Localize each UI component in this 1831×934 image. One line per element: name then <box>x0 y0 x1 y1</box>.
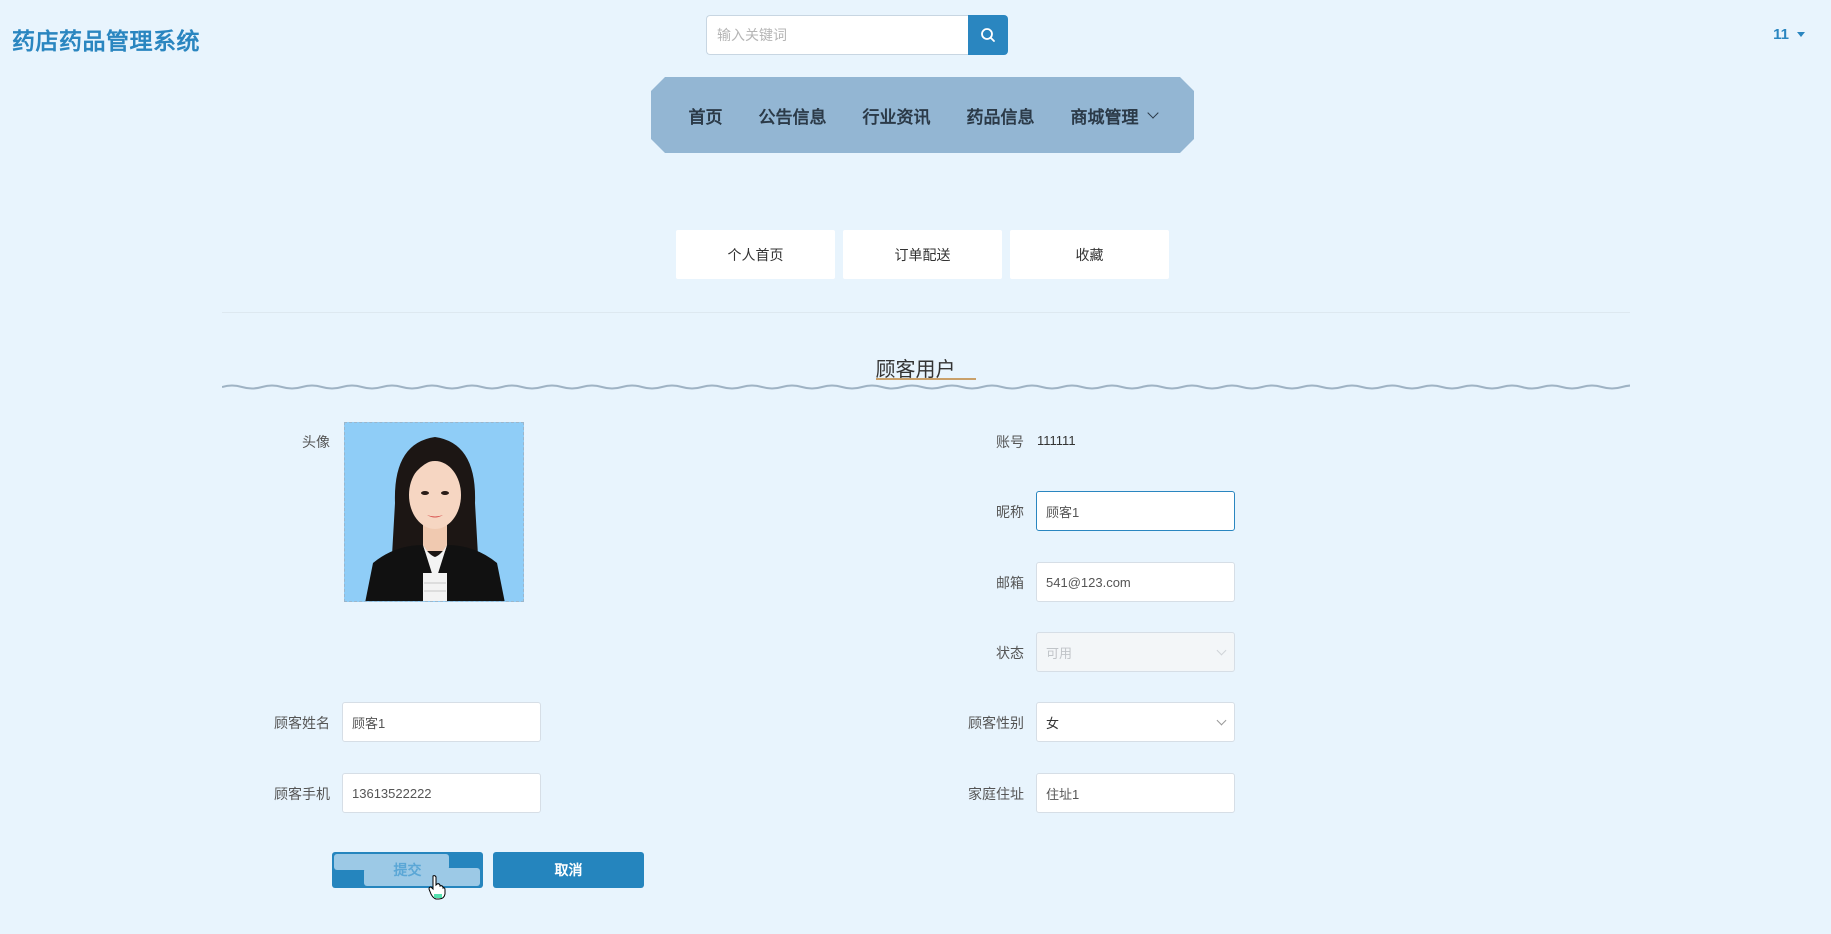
title-underline <box>876 378 976 380</box>
caret-down-icon <box>1797 32 1805 37</box>
chevron-down-icon <box>1147 107 1158 118</box>
avatar-photo <box>345 423 523 601</box>
main-nav: 首页 公告信息 行业资讯 药品信息 商城管理 <box>651 77 1194 153</box>
tab-order-delivery[interactable]: 订单配送 <box>843 230 1002 279</box>
status-value: 可用 <box>1046 645 1073 661</box>
gender-value: 女 <box>1046 715 1060 731</box>
customer-phone-label: 顾客手机 <box>274 786 330 802</box>
tab-personal-home[interactable]: 个人首页 <box>676 230 835 279</box>
submit-button[interactable]: 提交 <box>332 852 483 888</box>
submit-label: 提交 <box>393 862 422 878</box>
nav-item-label: 首页 <box>688 107 723 127</box>
nav-item-label: 公告信息 <box>758 107 827 127</box>
search-input[interactable] <box>706 15 968 55</box>
search-icon <box>981 28 995 42</box>
chevron-down-icon <box>1216 715 1227 725</box>
customer-name-label: 顾客姓名 <box>274 715 330 731</box>
email-input[interactable] <box>1036 562 1235 602</box>
nav-item-label: 行业资讯 <box>862 107 931 127</box>
search-bar <box>706 15 1008 55</box>
email-label: 邮箱 <box>996 575 1024 591</box>
user-label: 11 <box>1773 26 1789 43</box>
wave-divider <box>222 384 1630 390</box>
search-button[interactable] <box>968 15 1008 55</box>
nickname-input[interactable] <box>1036 491 1235 531</box>
nav-item-announcements[interactable]: 公告信息 <box>759 103 827 128</box>
user-menu[interactable]: 11 <box>1773 26 1805 43</box>
status-select: 可用 <box>1036 632 1235 672</box>
chevron-down-icon <box>1216 645 1227 655</box>
home-address-label: 家庭住址 <box>968 786 1024 802</box>
nav-item-label: 商城管理 <box>1070 107 1139 127</box>
account-label: 账号 <box>996 434 1024 450</box>
nav-item-mall-management[interactable]: 商城管理 <box>1071 103 1157 128</box>
avatar-label: 头像 <box>302 434 330 450</box>
customer-name-input[interactable] <box>342 702 541 742</box>
account-value: 111111 <box>1037 433 1076 448</box>
nav-item-drug-info[interactable]: 药品信息 <box>967 103 1035 128</box>
customer-phone-input[interactable] <box>342 773 541 813</box>
nav-item-label: 药品信息 <box>966 107 1035 127</box>
tab-favorites[interactable]: 收藏 <box>1010 230 1169 279</box>
status-label: 状态 <box>996 645 1024 661</box>
nav-item-home[interactable]: 首页 <box>689 103 723 128</box>
cancel-button[interactable]: 取消 <box>493 852 644 888</box>
customer-gender-label: 顾客性别 <box>968 715 1024 731</box>
home-address-input[interactable] <box>1036 773 1235 813</box>
divider <box>222 312 1630 313</box>
nav-item-industry-news[interactable]: 行业资讯 <box>863 103 931 128</box>
avatar-upload[interactable] <box>344 422 524 602</box>
brand-title: 药店药品管理系统 <box>12 28 200 54</box>
hand-cursor-icon <box>428 875 446 900</box>
customer-gender-select[interactable]: 女 <box>1036 702 1235 742</box>
nickname-label: 昵称 <box>996 504 1024 520</box>
profile-tabs: 个人首页 订单配送 收藏 <box>676 230 1169 279</box>
